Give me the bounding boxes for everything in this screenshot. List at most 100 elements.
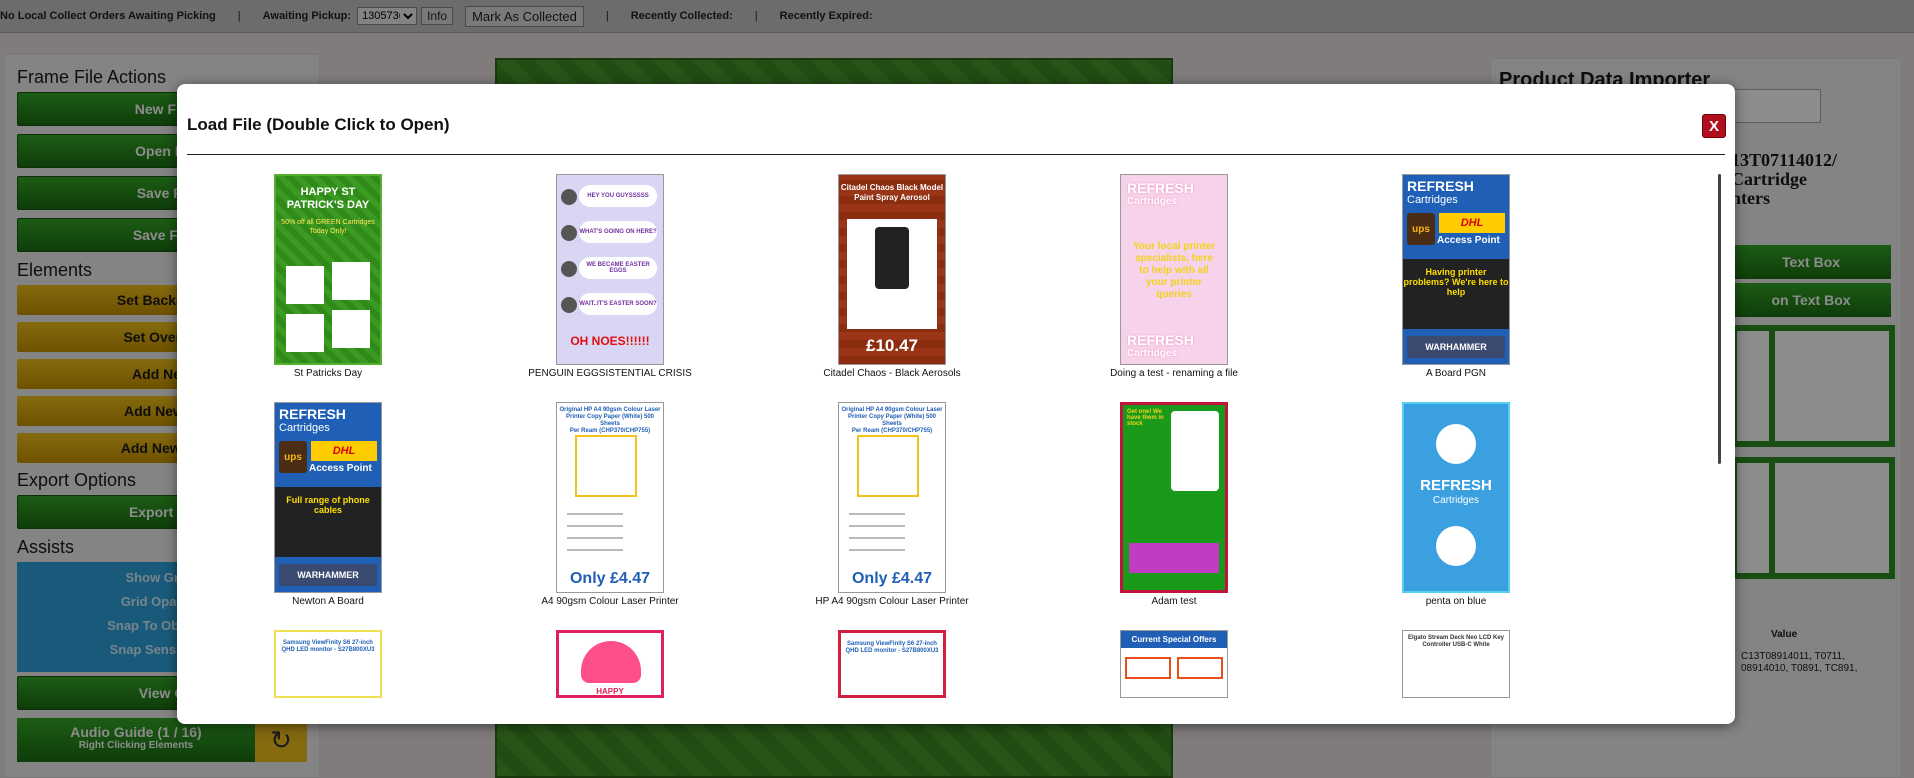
cartridge-image [332,262,370,300]
offer-cell [1177,657,1223,679]
file-thumbnail[interactable]: Samsung ViewFinity S6 27-inch QHD LED mon… [274,630,382,698]
product-panel [847,219,937,329]
penguin-icon [561,261,577,277]
thumb-price: Only £4.47 [851,570,933,587]
offer-cell [1125,657,1171,679]
file-item-a4-paper[interactable]: Original HP A4 90gsm Colour Laser Printer… [469,402,751,607]
thumb-text: Elgato Stream Deck Neo LCD Key Controller… [1407,635,1505,648]
file-grid: HAPPY ST PATRICK'S DAY 50% off all GREEN … [187,174,1717,714]
file-item-newton-a-board[interactable]: REFRESH Cartridges ups DHL Access Point F… [187,402,469,607]
text-line [567,513,623,515]
file-name: PENGUIN EGGSISTENTIAL CRISIS [528,368,692,379]
thumb-brand: REFRESH Cartridges [1420,477,1492,506]
paper-image [857,435,919,497]
cartridge-image [286,314,324,352]
file-name: Citadel Chaos - Black Aerosols [823,368,961,379]
modal-title: Load File (Double Click to Open) [187,115,450,134]
file-thumbnail[interactable]: HAPPY ST PATRICK'S DAY 50% off all GREEN … [274,174,382,365]
heart-icon [581,641,641,683]
text-line [849,537,905,539]
thumb-price: Only £4.47 [569,570,651,587]
file-thumbnail[interactable]: REFRESH Cartridges ups DHL Access Point F… [274,402,382,593]
mascot-image [1171,411,1219,491]
thumb-text: Current Special Offers [1121,631,1227,648]
file-item[interactable]: Current Special Offers [1033,630,1315,698]
file-item-doing-a-test[interactable]: REFRESH Cartridges Your local printer spe… [1033,174,1315,379]
file-item-penguin[interactable]: HEY YOU GUYSSSSS WHAT'S GOING ON HERE? W… [469,174,751,379]
file-thumbnail[interactable]: HEY YOU GUYSSSSS WHAT'S GOING ON HERE? W… [556,174,664,365]
warhammer-logo: WARHAMMER [1407,336,1505,358]
file-item-adam-test[interactable]: Get one! We have them in stock Adam test [1033,402,1315,607]
file-name: Newton A Board [292,596,364,607]
thumb-text: Get one! We have them in stock [1127,409,1164,427]
dhl-logo: DHL [311,441,377,461]
thumb-text: WAIT..IT'S EASTER SOON? [579,293,657,315]
file-item[interactable]: Samsung ViewFinity S6 27-inch QHD LED mon… [187,630,469,698]
warhammer-logo: WARHAMMER [279,564,377,586]
thumb-text: Having printer problems? We're here to h… [1403,259,1509,329]
thumb-text: Full range of phone cables [275,487,381,557]
file-item[interactable]: Samsung ViewFinity S6 27-inch QHD LED mon… [751,630,1033,698]
modal-scrollbar[interactable] [1718,174,1721,464]
file-thumbnail[interactable]: HAPPY [556,630,664,698]
thumb-text: 50% off all GREEN Cartridges Today Only! [281,219,375,235]
penguin-icon [1436,526,1476,566]
file-thumbnail[interactable]: REFRESH Cartridges [1402,402,1510,593]
file-thumbnail[interactable]: Original HP A4 90gsm Colour Laser Printer… [556,402,664,593]
file-name: Doing a test - renaming a file [1110,368,1238,379]
file-item-hp-a4-paper[interactable]: Original HP A4 90gsm Colour Laser Printer… [751,402,1033,607]
text-line [567,525,623,527]
file-item[interactable]: HAPPY [469,630,751,698]
thumb-text: HAPPY [596,687,624,696]
penguin-icon [1436,424,1476,464]
file-thumbnail[interactable]: REFRESH Cartridges Your local printer spe… [1120,174,1228,365]
file-thumbnail[interactable]: Original HP A4 90gsm Colour Laser Printer… [838,402,946,593]
thumb-brand: REFRESH Cartridges [1407,178,1474,206]
cartridge-image [332,310,370,348]
thumb-text: Access Point [1437,235,1500,246]
file-thumbnail[interactable]: Current Special Offers [1120,630,1228,698]
file-thumbnail[interactable]: Samsung ViewFinity S6 27-inch QHD LED mon… [838,630,946,698]
title-divider [187,154,1725,155]
thumb-text: HAPPY ST PATRICK'S DAY [286,186,370,211]
file-thumbnail[interactable]: REFRESH Cartridges ups DHL Access Point H… [1402,174,1510,365]
file-name: HP A4 90gsm Colour Laser Printer [815,596,969,607]
file-name: penta on blue [1425,596,1487,607]
thumb-text: Samsung ViewFinity S6 27-inch QHD LED mon… [281,640,375,653]
file-thumbnail[interactable]: Elgato Stream Deck Neo LCD Key Controller… [1402,630,1510,698]
text-line [567,537,623,539]
penguin-icon [561,225,577,241]
thumb-text: WE BECAME EASTER EGGS [579,257,657,279]
text-line [849,513,905,515]
promo-bar [1129,543,1219,573]
ups-logo: ups [279,441,307,473]
paper-image [575,435,637,497]
file-thumbnail[interactable]: Get one! We have them in stock [1120,402,1228,593]
text-line [567,549,623,551]
thumb-text: HEY YOU GUYSSSSS [579,185,657,207]
file-item[interactable]: Elgato Stream Deck Neo LCD Key Controller… [1315,630,1597,698]
thumb-text: WHAT'S GOING ON HERE? [579,221,657,243]
file-name: A Board PGN [1425,368,1487,379]
thumb-text: Samsung ViewFinity S6 27-inch QHD LED mon… [845,641,939,654]
file-item-citadel-chaos[interactable]: Citadel Chaos Black Model Paint Spray Aer… [751,174,1033,379]
file-item-penta-on-blue[interactable]: REFRESH Cartridges penta on blue [1315,402,1597,607]
load-file-modal: Load File (Double Click to Open) X HAPPY… [177,84,1735,724]
ups-logo: ups [1407,213,1435,245]
file-name: St Patricks Day [293,368,363,379]
thumb-text: Citadel Chaos Black Model Paint Spray Aer… [840,183,944,202]
close-button[interactable]: X [1702,114,1726,138]
thumb-brand: REFRESH Cartridges [279,406,346,434]
cartridge-image [286,266,324,304]
thumb-text: Original HP A4 90gsm Colour Laser Printer… [841,407,943,434]
file-thumbnail[interactable]: Citadel Chaos Black Model Paint Spray Aer… [838,174,946,365]
thumb-text: Your local printer specialists, here to … [1132,241,1216,300]
penguin-icon [561,189,577,205]
spray-can-image [875,227,909,289]
thumb-text: Access Point [309,463,372,474]
dhl-logo: DHL [1439,213,1505,233]
file-name: A4 90gsm Colour Laser Printer [541,596,679,607]
file-item-st-patricks-day[interactable]: HAPPY ST PATRICK'S DAY 50% off all GREEN … [187,174,469,379]
thumb-brand: REFRESH Cartridges [1127,180,1194,207]
file-item-a-board-pgn[interactable]: REFRESH Cartridges ups DHL Access Point H… [1315,174,1597,379]
